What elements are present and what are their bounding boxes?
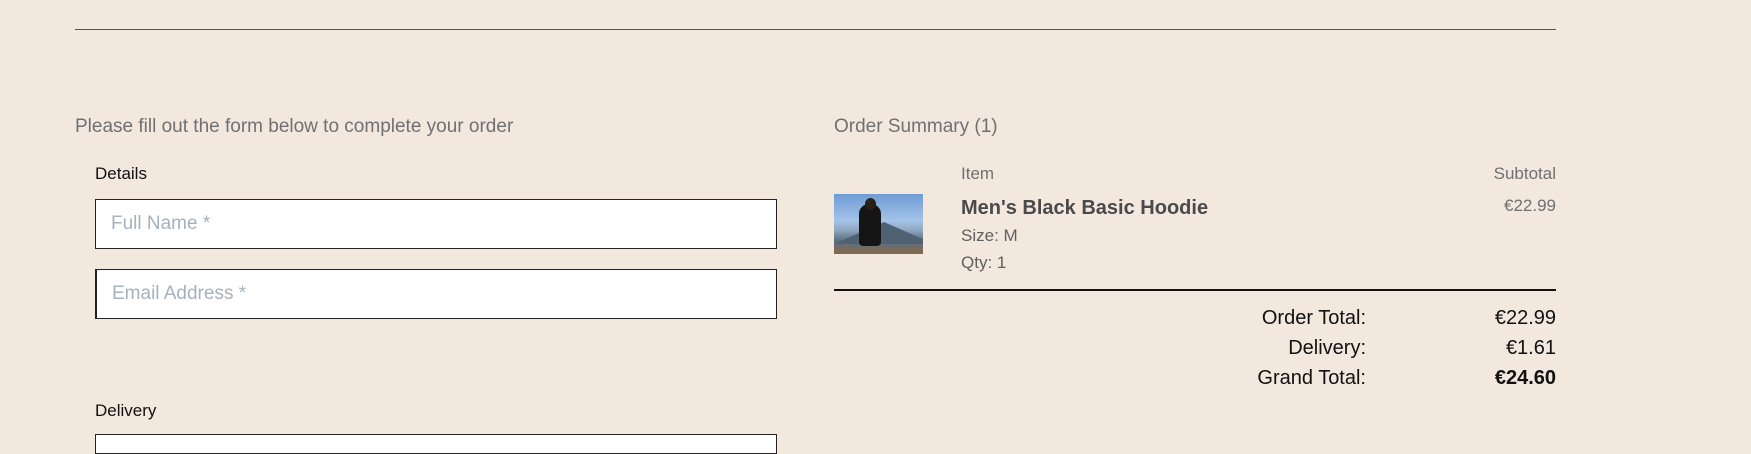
- product-subtotal: €22.99: [1504, 196, 1556, 215]
- delivery-cost-value: €1.61: [1505, 337, 1556, 359]
- email-input[interactable]: [95, 269, 777, 319]
- item-column-header: Item: [961, 164, 995, 183]
- product-thumbnail[interactable]: [834, 194, 923, 254]
- delivery-cost-label: Delivery:: [1288, 337, 1366, 359]
- delivery-input[interactable]: [95, 434, 777, 454]
- hoodie-figure: [859, 204, 881, 246]
- form-intro: Please fill out the form below to comple…: [75, 116, 514, 137]
- details-heading: Details: [95, 164, 147, 183]
- top-divider: [75, 29, 1556, 30]
- summary-divider: [834, 289, 1556, 291]
- delivery-heading: Delivery: [95, 401, 157, 420]
- order-summary-title: Order Summary (1): [834, 116, 998, 137]
- grand-total-value: €24.60: [1494, 367, 1556, 389]
- grand-total-label: Grand Total:: [1257, 367, 1366, 389]
- product-quantity: Qty: 1: [961, 253, 1007, 272]
- order-total-value: €22.99: [1494, 307, 1556, 329]
- order-total-label: Order Total:: [1261, 307, 1366, 329]
- product-size: Size: M: [961, 226, 1018, 245]
- head-shape: [865, 198, 876, 210]
- product-name[interactable]: Men's Black Basic Hoodie: [961, 197, 1208, 220]
- subtotal-column-header: Subtotal: [1493, 164, 1556, 183]
- full-name-input[interactable]: [95, 199, 777, 249]
